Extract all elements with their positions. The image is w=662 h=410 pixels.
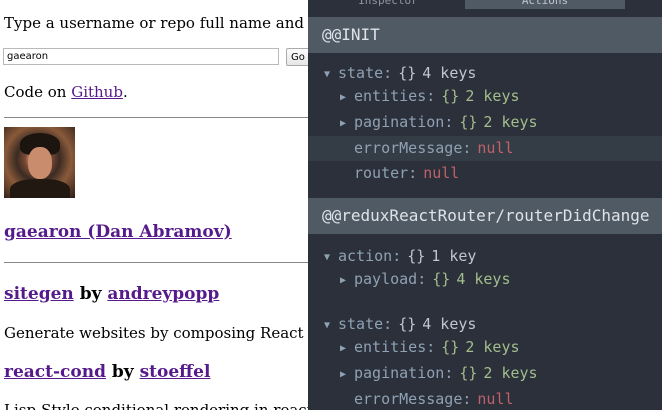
colon: : (426, 87, 436, 105)
colon: : (417, 270, 427, 288)
tab-actions[interactable]: Actions (465, 0, 625, 9)
state-tree-row[interactable]: ▶ entities: {} 2 keys (308, 335, 662, 360)
state-key: payload (354, 270, 418, 288)
key-count: 2 keys (465, 338, 520, 356)
repo-owner-link[interactable]: andreypopp (107, 284, 219, 304)
expand-right-icon[interactable]: ▶ (340, 268, 354, 293)
state-key: entities (354, 87, 427, 105)
colon: : (383, 64, 393, 82)
key-count: 2 keys (483, 113, 538, 131)
colon: : (426, 338, 436, 356)
redux-devtools-panel: Inspector Actions @@INIT ▼ state:{} 4 keys ▶… (308, 0, 662, 410)
repo-description: Lisp-Style conditional rendering in reac… (4, 401, 318, 410)
state-value: null (423, 164, 460, 182)
state-key: router (354, 164, 409, 182)
state-value: null (477, 390, 514, 408)
key-count: 4 keys (422, 315, 477, 333)
colon: : (462, 139, 472, 157)
object-brace: {} (398, 315, 417, 333)
key-count: 2 keys (483, 364, 538, 382)
search-input[interactable] (3, 48, 279, 65)
code-on-github-line: Code on Github. (4, 83, 128, 101)
state-tree-row: errorMessage: null (308, 387, 662, 410)
object-brace: {} (459, 113, 478, 131)
state-tree-row: errorMessage: null (308, 136, 662, 161)
state-key: pagination (354, 113, 445, 131)
key-count: 4 keys (456, 270, 511, 288)
expand-right-icon[interactable]: ▶ (340, 111, 354, 136)
repo-title: react-cond by stoeffel (4, 362, 210, 382)
object-brace: {} (398, 64, 417, 82)
code-suffix: . (122, 83, 128, 101)
repo-browser-app: Type a username or repo full name and hi… (0, 0, 320, 410)
user-title: gaearon (Dan Abramov) (4, 222, 232, 242)
action-header[interactable]: @@reduxReactRouter/routerDidChange (308, 198, 662, 234)
state-key: action (338, 247, 393, 265)
code-prefix: Code on (4, 83, 72, 101)
object-brace: {} (407, 247, 426, 265)
user-avatar (4, 127, 75, 198)
by-label: by (111, 362, 134, 382)
repo-link[interactable]: sitegen (4, 284, 74, 304)
github-link[interactable]: Github (71, 83, 123, 101)
state-tree-row[interactable]: ▶ pagination: {} 2 keys (308, 110, 662, 135)
divider (4, 117, 320, 118)
action-header[interactable]: @@INIT (308, 17, 662, 53)
state-key: state (338, 64, 384, 82)
state-tree-row[interactable]: ▶ payload: {} 4 keys (308, 267, 662, 292)
state-key: errorMessage (354, 390, 463, 408)
colon: : (444, 113, 454, 131)
colon: : (383, 315, 393, 333)
state-key: errorMessage (354, 139, 463, 157)
state-key: state (338, 315, 384, 333)
colon: : (444, 364, 454, 382)
tab-inspector[interactable]: Inspector (338, 0, 438, 9)
state-tree-row[interactable]: ▼ action:{} 1 key (308, 244, 662, 269)
object-brace: {} (459, 364, 478, 382)
instructions-text: Type a username or repo full name and hi… (4, 14, 320, 32)
state-tree-row: router: null (308, 161, 662, 186)
by-label: by (79, 284, 102, 304)
expand-right-icon[interactable]: ▶ (340, 362, 354, 387)
key-count: 2 keys (465, 87, 520, 105)
devtools-tabs: Inspector Actions (308, 0, 662, 10)
divider (4, 262, 320, 263)
object-brace: {} (432, 270, 451, 288)
state-tree-row[interactable]: ▼ state:{} 4 keys (308, 61, 662, 86)
state-value: null (477, 139, 514, 157)
expand-right-icon[interactable]: ▶ (340, 85, 354, 110)
colon: : (392, 247, 402, 265)
key-count: 1 key (431, 247, 477, 265)
state-key: pagination (354, 364, 445, 382)
object-brace: {} (441, 338, 460, 356)
expand-right-icon[interactable]: ▶ (340, 336, 354, 361)
colon: : (408, 164, 418, 182)
colon: : (462, 390, 472, 408)
state-key: entities (354, 338, 427, 356)
repo-title: sitegen by andreypopp (4, 284, 219, 304)
state-tree-row[interactable]: ▶ pagination: {} 2 keys (308, 361, 662, 386)
repo-link[interactable]: react-cond (4, 362, 106, 382)
user-profile-link[interactable]: gaearon (Dan Abramov) (4, 222, 232, 242)
state-tree-row[interactable]: ▼ state:{} 4 keys (308, 312, 662, 337)
repo-description: Generate websites by composing React com… (4, 324, 320, 342)
repo-owner-link[interactable]: stoeffel (140, 362, 211, 382)
object-brace: {} (441, 87, 460, 105)
key-count: 4 keys (422, 64, 477, 82)
state-tree-row[interactable]: ▶ entities: {} 2 keys (308, 84, 662, 109)
